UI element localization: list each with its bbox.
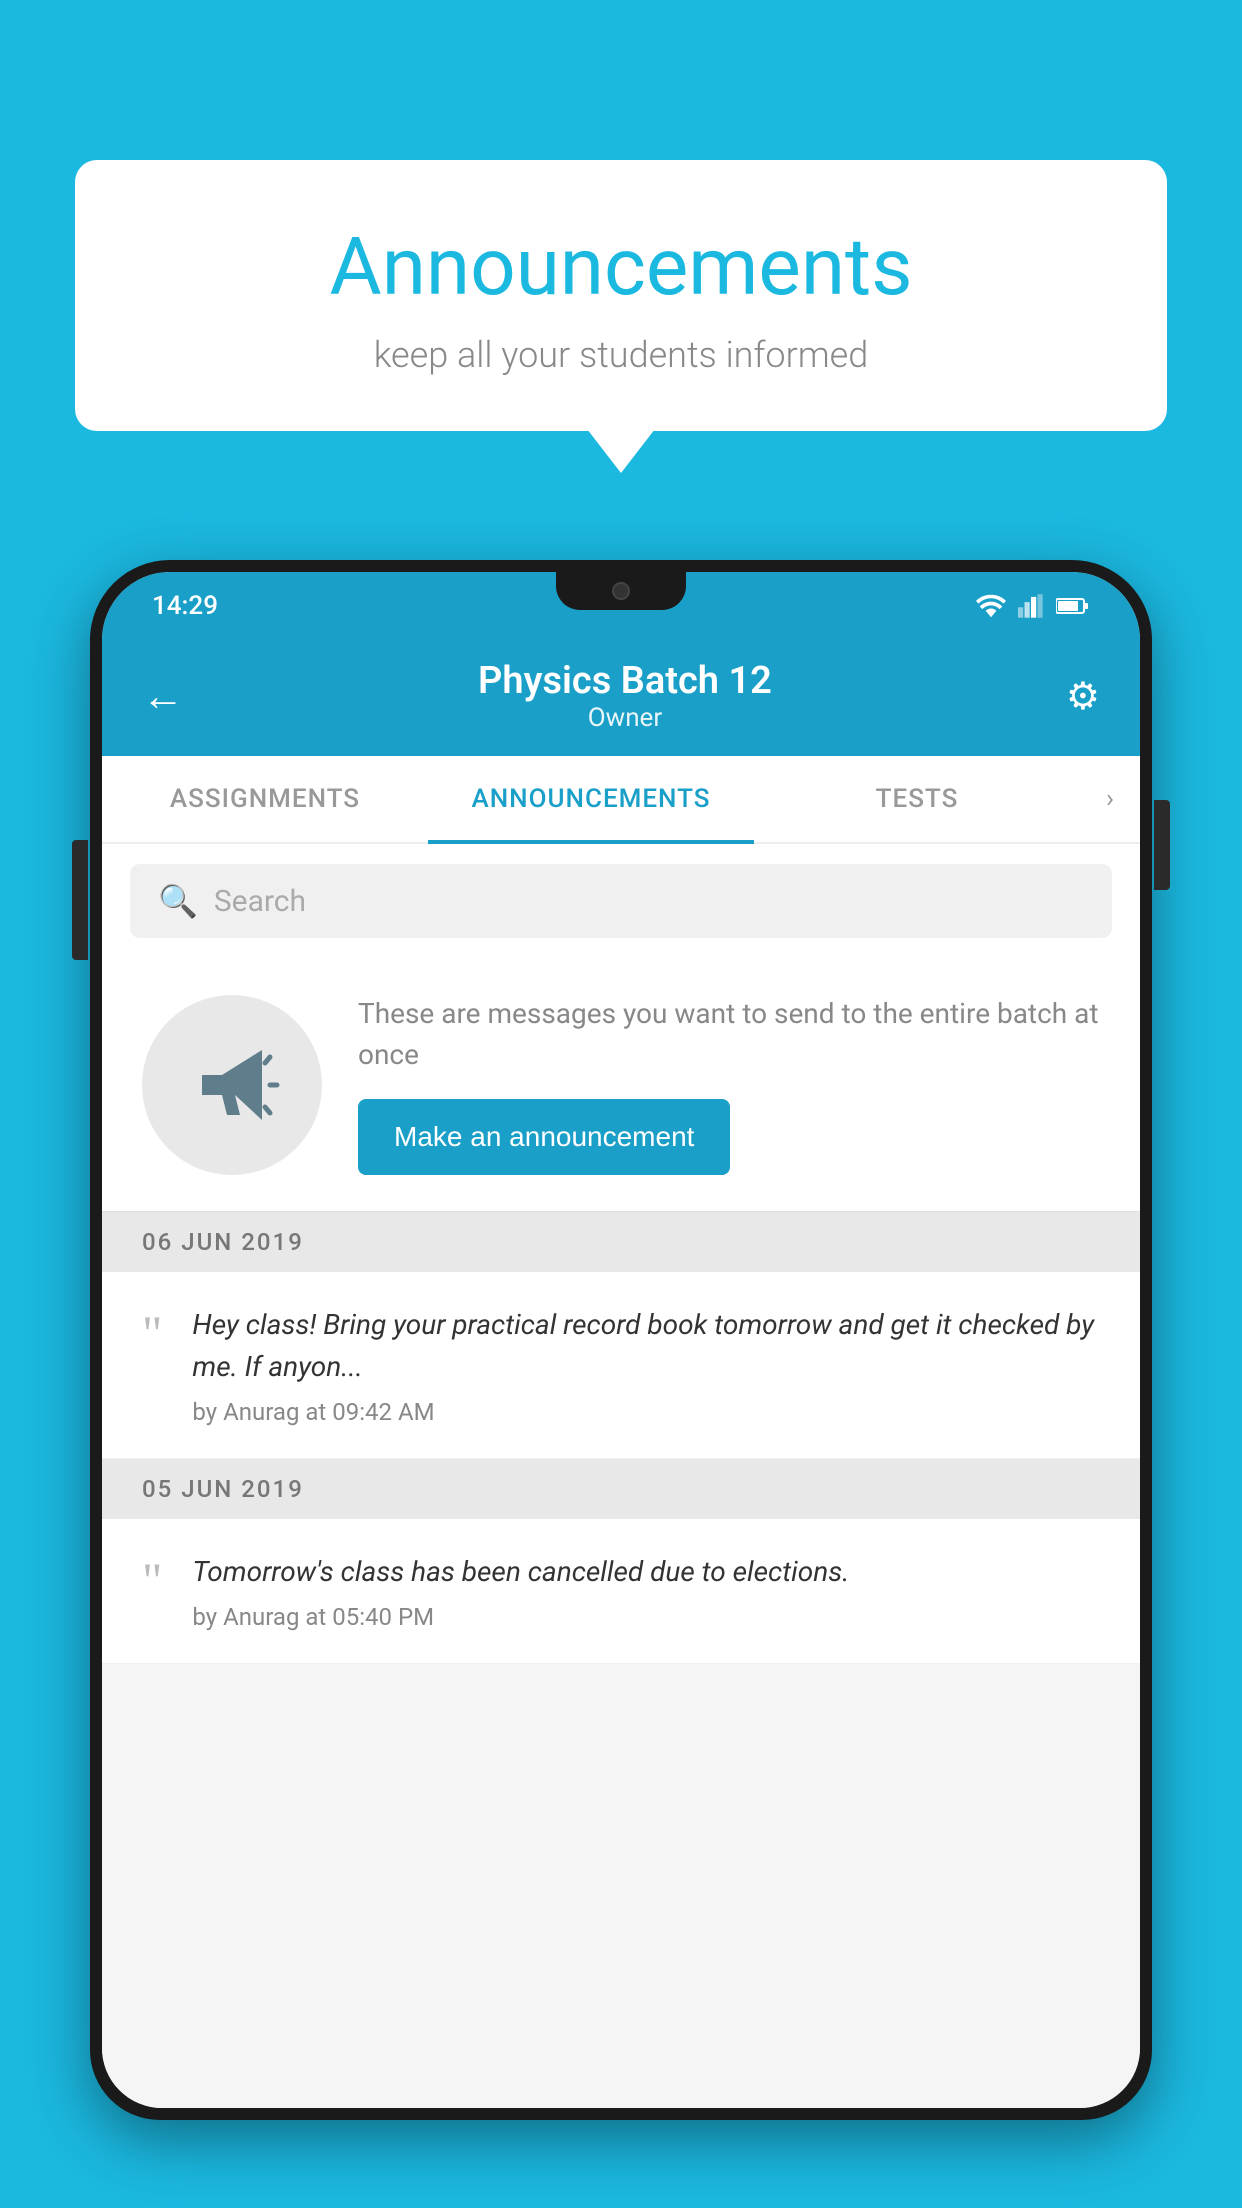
announcement-text-0: Hey class! Bring your practical record b… (192, 1304, 1100, 1388)
camera (612, 582, 630, 600)
back-button[interactable]: ← (142, 672, 184, 721)
app-bar-title: Physics Batch 12 (478, 659, 772, 703)
search-input-placeholder[interactable]: Search (214, 884, 306, 919)
phone-outer: 14:29 (90, 560, 1152, 2120)
status-bar: 14:29 (102, 572, 1140, 636)
wifi-icon (976, 594, 1006, 618)
tab-tests[interactable]: TESTS (754, 756, 1080, 842)
app-bar-subtitle: Owner (478, 703, 772, 733)
announcement-body-1: Tomorrow's class has been cancelled due … (192, 1551, 1100, 1631)
date-separator-1: 05 JUN 2019 (102, 1459, 1140, 1519)
announcement-text-1: Tomorrow's class has been cancelled due … (192, 1551, 1100, 1593)
phone-wrapper: 14:29 (90, 560, 1152, 2208)
announcement-item-1[interactable]: " Tomorrow's class has been cancelled du… (102, 1519, 1140, 1664)
promo-icon-circle (142, 995, 322, 1175)
speech-bubble-title: Announcements (155, 220, 1087, 314)
battery-icon (1056, 596, 1090, 616)
phone-screen: 14:29 (102, 572, 1140, 2108)
settings-icon[interactable]: ⚙ (1066, 674, 1100, 719)
app-bar: ← Physics Batch 12 Owner ⚙ (102, 636, 1140, 756)
tabs-bar: ASSIGNMENTS ANNOUNCEMENTS TESTS › (102, 756, 1140, 844)
announcement-item-0[interactable]: " Hey class! Bring your practical record… (102, 1272, 1140, 1459)
promo-description: These are messages you want to send to t… (358, 994, 1100, 1075)
quote-icon-1: " (142, 1555, 162, 1605)
promo-right: These are messages you want to send to t… (358, 994, 1100, 1175)
make-announcement-button[interactable]: Make an announcement (358, 1099, 730, 1175)
search-container: 🔍 Search (102, 844, 1140, 958)
announcement-meta-0: by Anurag at 09:42 AM (192, 1398, 1100, 1426)
announcement-body-0: Hey class! Bring your practical record b… (192, 1304, 1100, 1426)
speech-bubble-subtitle: keep all your students informed (155, 334, 1087, 376)
notch (556, 572, 686, 610)
signal-icon (1018, 594, 1044, 618)
status-icons (976, 594, 1090, 618)
tab-more-icon[interactable]: › (1080, 756, 1140, 842)
date-label-1: 05 JUN 2019 (142, 1475, 304, 1503)
megaphone-icon (182, 1035, 282, 1135)
screen-content: 🔍 Search These are messages you wa (102, 844, 1140, 2108)
speech-bubble-section: Announcements keep all your students inf… (75, 160, 1167, 431)
search-icon: 🔍 (158, 882, 198, 920)
announcement-meta-1: by Anurag at 05:40 PM (192, 1603, 1100, 1631)
tab-announcements[interactable]: ANNOUNCEMENTS (428, 756, 754, 842)
app-bar-title-group: Physics Batch 12 Owner (478, 659, 772, 733)
quote-icon-0: " (142, 1308, 162, 1358)
speech-bubble-card: Announcements keep all your students inf… (75, 160, 1167, 431)
date-label-0: 06 JUN 2019 (142, 1228, 304, 1256)
promo-card: These are messages you want to send to t… (102, 958, 1140, 1212)
tab-assignments[interactable]: ASSIGNMENTS (102, 756, 428, 842)
status-time: 14:29 (152, 591, 218, 621)
search-bar[interactable]: 🔍 Search (130, 864, 1112, 938)
date-separator-0: 06 JUN 2019 (102, 1212, 1140, 1272)
